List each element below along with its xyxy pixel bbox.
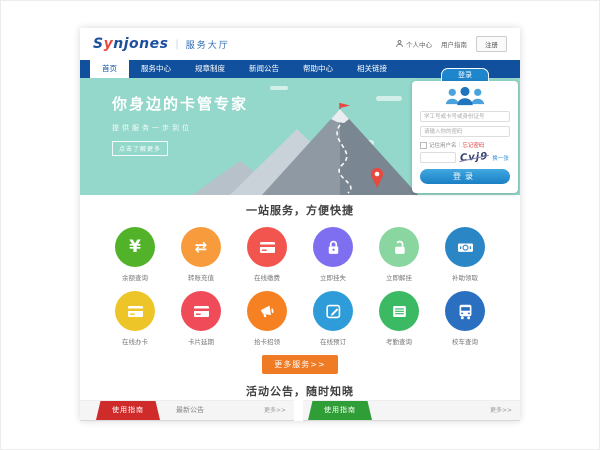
username-input[interactable] [420,111,510,122]
user-icon [395,39,404,50]
announcements-tabs-bar: 使用指南 最新公告 更多>> 使用指南 更多>> [80,400,520,421]
card-extension-icon[interactable] [181,291,221,331]
service-item: 补助领取 [432,227,498,282]
attendance-icon[interactable] [379,291,419,331]
hero-title: 你身边的卡管专家 [112,93,248,114]
service-item: 考勤查询 [366,291,432,346]
logo-prefix: S [93,36,104,52]
panel-gap [294,400,303,421]
service-label: 补助领取 [432,272,498,282]
remember-label: 记住用户名 [429,141,457,149]
remember-checkbox[interactable] [420,142,427,149]
login-submit-button[interactable]: 登录 [420,169,510,184]
service-label: 卡片延期 [168,336,234,346]
hero-subtitle: 提供服务一步到位 [112,123,248,133]
report-loss-icon[interactable] [313,227,353,267]
online-card-icon[interactable] [115,291,155,331]
service-item: 立即挂失 [300,227,366,282]
forgot-password-link[interactable]: 忘记密码 [462,141,484,149]
services-title: 一站服务，方便快捷 [80,202,520,218]
cloud-decoration [270,86,288,90]
user-guide-link[interactable]: 用户指南 [441,39,467,49]
logo-suffix: njones [113,36,168,52]
service-item: ¥ 余额查询 [102,227,168,282]
more-link-right[interactable]: 更多>> [490,401,512,420]
tab-latest-news[interactable]: 最新公告 [176,401,204,420]
nav-item-help[interactable]: 帮助中心 [291,60,345,78]
service-label: 在线办卡 [102,336,168,346]
subsidy-icon[interactable] [445,227,485,267]
remember-row: 记住用户名 | 忘记密码 [420,141,510,149]
service-label: 校车查询 [432,336,498,346]
login-form: 记住用户名 | 忘记密码 Cvj9 换一张 登录 [412,81,518,193]
personal-center-link[interactable]: 个人中心 [395,39,432,50]
online-payment-icon[interactable] [247,227,287,267]
page-container: Synjones | 服务大厅 个人中心 用户指南 注册 首页 服务中心 规章制… [80,28,520,421]
service-label: 立即解挂 [366,272,432,282]
password-input[interactable] [420,126,510,137]
services-grid: ¥ 余额查询 ⇄ 转账充值 在线缴费 立即挂失 立即解挂 补助领取 [80,227,520,346]
services-section: 一站服务，方便快捷 ¥ 余额查询 ⇄ 转账充值 在线缴费 立即挂失 立即解挂 [80,195,520,370]
hero-cta-button[interactable]: 点击了解更多 [112,141,168,156]
service-label: 在线缴费 [234,272,300,282]
nav-item-news[interactable]: 新闻公告 [237,60,291,78]
captcha-image: Cvj9 [460,151,489,164]
service-label: 转账充值 [168,272,234,282]
cloud-decoration [376,96,402,101]
cancel-loss-icon[interactable] [379,227,419,267]
lost-found-icon[interactable] [247,291,287,331]
announcements-title: 活动公告，随时知晓 [80,370,520,400]
users-icon [420,86,510,107]
logo-divider: | [175,39,178,50]
login-panel: 登录 记住用户名 | 忘记密码 Cvj9 换一张 登录 [412,68,518,193]
captcha-input[interactable] [420,152,456,163]
service-item: ⇄ 转账充值 [168,227,234,282]
captcha-row: Cvj9 换一张 [420,152,510,163]
nav-item-links[interactable]: 相关链接 [345,60,399,78]
register-button[interactable]: 注册 [476,36,507,52]
service-item: 立即解挂 [366,227,432,282]
tab-usage-guide-right[interactable]: 使用指南 [308,401,372,420]
hero-text: 你身边的卡管专家 提供服务一步到位 点击了解更多 [112,93,248,156]
divider: | [459,142,461,148]
service-item: 拾卡招领 [234,291,300,346]
service-label: 立即挂失 [300,272,366,282]
personal-center-label: 个人中心 [406,39,432,49]
online-booking-icon[interactable] [313,291,353,331]
service-label: 考勤查询 [366,336,432,346]
nav-item-service-center[interactable]: 服务中心 [129,60,183,78]
service-label: 在线预订 [300,336,366,346]
more-services-button[interactable]: 更多服务>> [262,355,337,374]
nav-item-home[interactable]: 首页 [90,60,129,78]
user-guide-label: 用户指南 [441,39,467,49]
service-item: 在线缴费 [234,227,300,282]
service-label: 拾卡招领 [234,336,300,346]
brand-logo[interactable]: Synjones [93,36,168,52]
header-utility-nav: 个人中心 用户指南 注册 [395,36,507,52]
service-item: 校车查询 [432,291,498,346]
more-link-left[interactable]: 更多>> [264,401,286,420]
tab-usage-guide-left[interactable]: 使用指南 [96,401,160,420]
school-bus-icon[interactable] [445,291,485,331]
service-item: 卡片延期 [168,291,234,346]
service-item: 在线预订 [300,291,366,346]
service-label: 余额查询 [102,272,168,282]
captcha-refresh-link[interactable]: 换一张 [492,154,509,162]
transfer-recharge-icon[interactable]: ⇄ [181,227,221,267]
site-name: 服务大厅 [186,38,230,51]
nav-item-rules[interactable]: 规章制度 [183,60,237,78]
header: Synjones | 服务大厅 个人中心 用户指南 注册 [80,28,520,60]
service-item: 在线办卡 [102,291,168,346]
balance-inquiry-icon[interactable]: ¥ [115,227,155,267]
login-tab[interactable]: 登录 [441,68,489,81]
logo-accent: y [104,36,114,52]
